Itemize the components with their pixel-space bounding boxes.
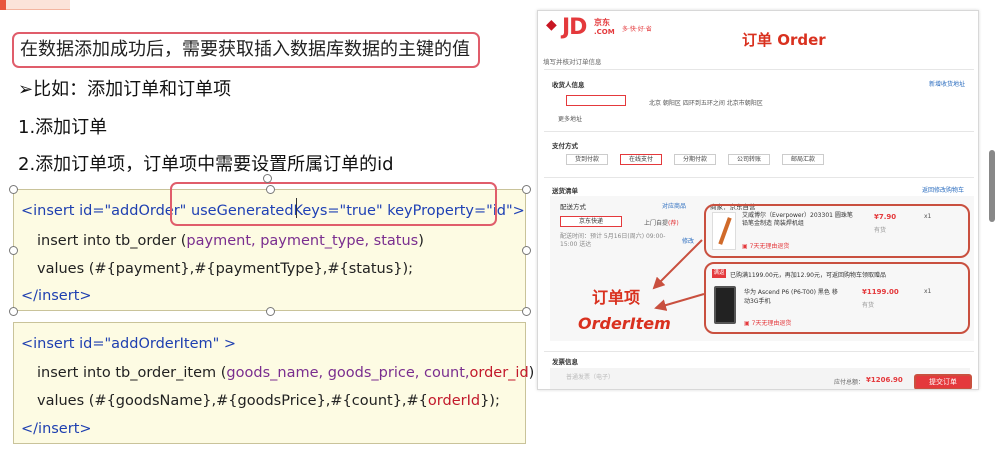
code-insert-into: insert into tb_order ( [37, 233, 187, 249]
code-block-add-order-item[interactable]: <insert id="addOrderItem" > insert into … [13, 322, 534, 444]
example-line: ➢比如：添加订单和订单项 [18, 79, 232, 100]
item-2-name[interactable]: 华为 Ascend P6 (P6-T00) 黑色 移动3G手机 [744, 288, 840, 306]
resize-handle[interactable] [9, 307, 18, 316]
code-paren: ) [418, 233, 424, 249]
rotate-handle[interactable] [263, 174, 272, 183]
receiver-address: 北京 朝阳区 四环到五环之间 北京市朝阳区 [649, 100, 763, 107]
total-value: ¥1206.90 [866, 376, 903, 384]
total-label: 应付总额： [834, 379, 865, 386]
resize-handle[interactable] [9, 246, 18, 255]
code-columns: payment, payment_type, status [186, 233, 419, 249]
slide-headline: 在数据添加成功后，需要获取插入数据库数据的主键的值 [12, 32, 480, 68]
code-columns: goods_name, goods_price, count, [226, 365, 470, 381]
slide-top-bar [0, 0, 70, 10]
delivery-jd-express[interactable]: 京东快递 [560, 216, 622, 227]
jd-slogan: 多·快·好·省 [622, 26, 652, 33]
shipping-title: 送货清单 [552, 187, 578, 195]
text-cursor [296, 198, 297, 218]
jd-logo-cn: 京东 [594, 18, 610, 27]
code-insert-open: <insert id="addOrderItem" > [21, 336, 237, 352]
code-order-id-column: order_id [469, 365, 529, 381]
code-insert-into: insert into tb_order_item ( [37, 365, 227, 381]
payment-postal[interactable]: 邮局汇款 [782, 154, 824, 165]
window-scrollbar[interactable] [989, 150, 995, 222]
shipping-section: 送货清单 返回修改购物车 配送方式 对应商品 商家：京东自营 京东快递 上门自提… [544, 177, 974, 347]
payment-company[interactable]: 公司转账 [728, 154, 770, 165]
item-1-name[interactable]: 艾威博尔（Everpower）203301 圆珠笔铅笔金制造 简装焊机组 [742, 212, 854, 228]
resize-handle[interactable] [522, 307, 531, 316]
step-add-order: 1.添加订单 [18, 117, 108, 138]
goods-in-stock: 对应商品 [662, 203, 687, 210]
delivery-pickup[interactable]: 上门自提(荐) [644, 218, 679, 227]
receiver-title: 收货人信息 [552, 81, 585, 89]
highlight-box-keys [170, 182, 497, 226]
promo-text: 已购满1199.00元，再加12.90元，可返回购物车领取赠品 [730, 272, 886, 279]
section-fill-order: 填写并核对订单信息 [543, 58, 602, 66]
code-values: values (#{payment},#{paymentType},#{stat… [37, 261, 414, 277]
resize-handle[interactable] [266, 307, 275, 316]
jd-logo-com: .COM [594, 28, 615, 36]
code-insert-open: <insert id="addOrder" [21, 203, 191, 219]
submit-order-button[interactable]: 提交订单 [914, 374, 972, 389]
resize-handle[interactable] [9, 185, 18, 194]
code-order-id-param: orderId [427, 393, 481, 409]
item-1-price: ¥7.90 [874, 213, 897, 221]
more-address-link[interactable]: 更多地址 [558, 114, 582, 123]
invoice-type: 普通发票（电子） [566, 374, 615, 381]
code-insert-close: </insert> [21, 421, 92, 437]
code-values-end: }); [480, 393, 500, 409]
receiver-name-tag[interactable] [566, 95, 626, 106]
item-2-stock: 有货 [862, 302, 875, 309]
slide-top-accent [0, 0, 6, 10]
annotation-order: 订单 Order [742, 31, 826, 49]
resize-handle[interactable] [522, 185, 531, 194]
invoice-section: 发票信息 普通发票（电子） 应付总额： ¥1206.90 提交订单 [544, 351, 974, 389]
item-2-service: ▣ 7天无理由退货 [744, 320, 792, 327]
jd-checkout-screenshot: ◆ JD 京东 .COM 多·快·好·省 订单 Order 填写并核对订单信息 … [537, 10, 979, 390]
item-1-service: ▣ 7天无理由退货 [742, 243, 790, 250]
annotation-item-cn: 订单项 [592, 288, 641, 307]
receiver-section: 收货人信息 新增收货地址 北京 朝阳区 四环到五环之间 北京市朝阳区 更多地址 [544, 69, 974, 129]
resize-handle[interactable] [522, 246, 531, 255]
jd-dog-icon: ◆ [546, 17, 557, 33]
payment-title: 支付方式 [552, 142, 578, 150]
delivery-label: 配送方式 [560, 203, 586, 211]
back-to-cart-link[interactable]: 返回修改购物车 [922, 185, 964, 194]
annotation-arrows [652, 239, 705, 311]
jd-logo: JD [562, 15, 587, 40]
payment-online[interactable]: 在线支付 [620, 154, 662, 165]
code-values: values (#{goodsName},#{goodsPrice},#{cou… [37, 393, 428, 409]
payment-section: 支付方式 货到付款 在线支付 分期付款 公司转账 邮局汇款 [544, 131, 974, 176]
code-insert-close: </insert> [21, 288, 92, 304]
new-address-link[interactable]: 新增收货地址 [929, 79, 965, 88]
code-paren: ) [528, 365, 535, 381]
step-add-order-item: 2.添加订单项，订单项中需要设置所属订单的id [18, 154, 394, 175]
item-2-qty: x1 [924, 288, 932, 295]
item-1-stock: 有货 [874, 227, 887, 234]
item-1-qty: x1 [924, 213, 932, 220]
payment-installment[interactable]: 分期付款 [674, 154, 716, 165]
item-2-price: ¥1199.00 [862, 288, 899, 296]
invoice-title: 发票信息 [552, 358, 578, 366]
payment-cod[interactable]: 货到付款 [566, 154, 608, 165]
